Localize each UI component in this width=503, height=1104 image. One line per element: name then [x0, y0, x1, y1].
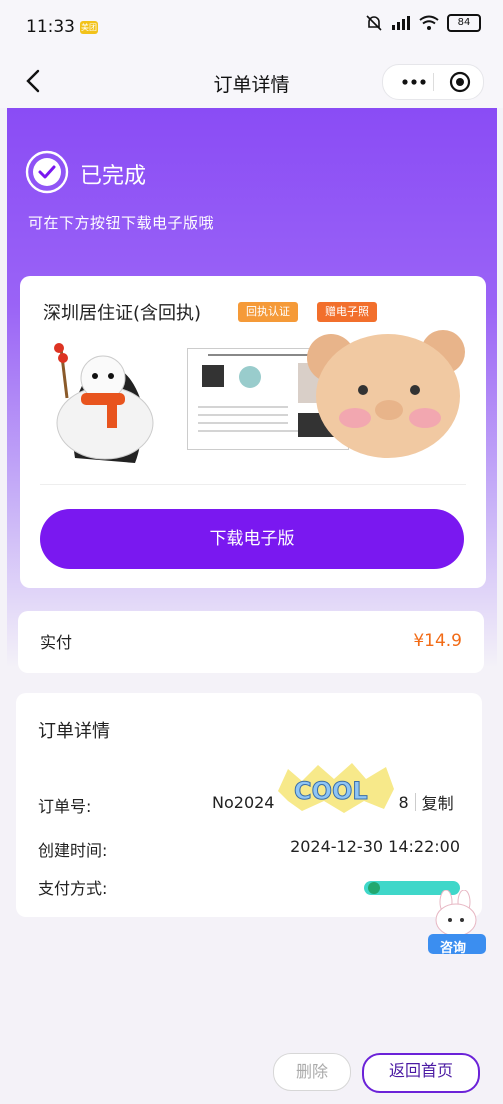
order-no-tail: 8	[398, 792, 409, 812]
order-no-value: No2024	[212, 792, 275, 812]
created-time-label: 创建时间:	[38, 841, 108, 860]
download-e-version-button[interactable]: 下载电子版	[40, 509, 464, 569]
product-card: 深圳居住证(含回执) 回执认证 赠电子照 下载电子版	[20, 276, 486, 588]
divider	[40, 484, 466, 485]
wifi-icon	[419, 15, 439, 30]
copy-order-no-button[interactable]: 复制	[422, 790, 454, 814]
mute-bell-icon	[366, 15, 382, 31]
order-no-row: No2024 COOL 8 复制	[212, 763, 454, 815]
cool-sticker-icon: COOL	[278, 763, 395, 813]
status-bar: 11:33 美团 84	[0, 0, 503, 56]
payment-card: 实付 ¥14.9	[18, 611, 484, 673]
nav-bar: 订单详情	[0, 56, 503, 108]
more-icon[interactable]	[399, 73, 429, 91]
order-detail-card: 订单详情 订单号: No2024 COOL 8 复制 创建时间: 2024-12…	[16, 693, 482, 917]
product-title: 深圳居住证(含回执)	[43, 303, 202, 324]
order-status-subtitle: 可在下方按钮下载电子版哦	[28, 214, 215, 232]
order-detail-title: 订单详情	[38, 721, 110, 742]
mini-program-capsule	[382, 64, 484, 100]
tag-receipt-certified: 回执认证	[238, 302, 298, 322]
order-no-label: 订单号:	[38, 797, 92, 816]
product-preview	[35, 330, 475, 468]
signal-icon	[392, 16, 410, 30]
paid-amount: ¥14.9	[413, 631, 462, 651]
app-badge: 美团	[80, 21, 98, 34]
completed-check-icon	[25, 150, 69, 194]
consult-label: 咨询	[440, 941, 467, 956]
capsule-divider	[433, 73, 434, 91]
copy-divider	[414, 793, 416, 811]
created-time-value: 2024-12-30 14:22:00	[290, 837, 460, 856]
status-time: 11:33	[26, 17, 75, 37]
paid-label: 实付	[40, 633, 73, 652]
bear-sticker-icon	[307, 330, 465, 458]
close-mini-program-icon[interactable]	[449, 71, 471, 93]
svg-text:COOL: COOL	[294, 777, 368, 805]
consult-float-button[interactable]: 咨询	[424, 889, 490, 956]
delete-order-button[interactable]: 删除	[273, 1053, 351, 1091]
battery-indicator: 84	[447, 14, 481, 32]
order-status-title: 已完成	[80, 164, 147, 189]
status-icons: 84	[365, 14, 481, 32]
pay-method-label: 支付方式:	[38, 879, 108, 898]
back-home-button[interactable]: 返回首页	[362, 1053, 480, 1093]
plush-sticker-icon	[54, 343, 154, 463]
